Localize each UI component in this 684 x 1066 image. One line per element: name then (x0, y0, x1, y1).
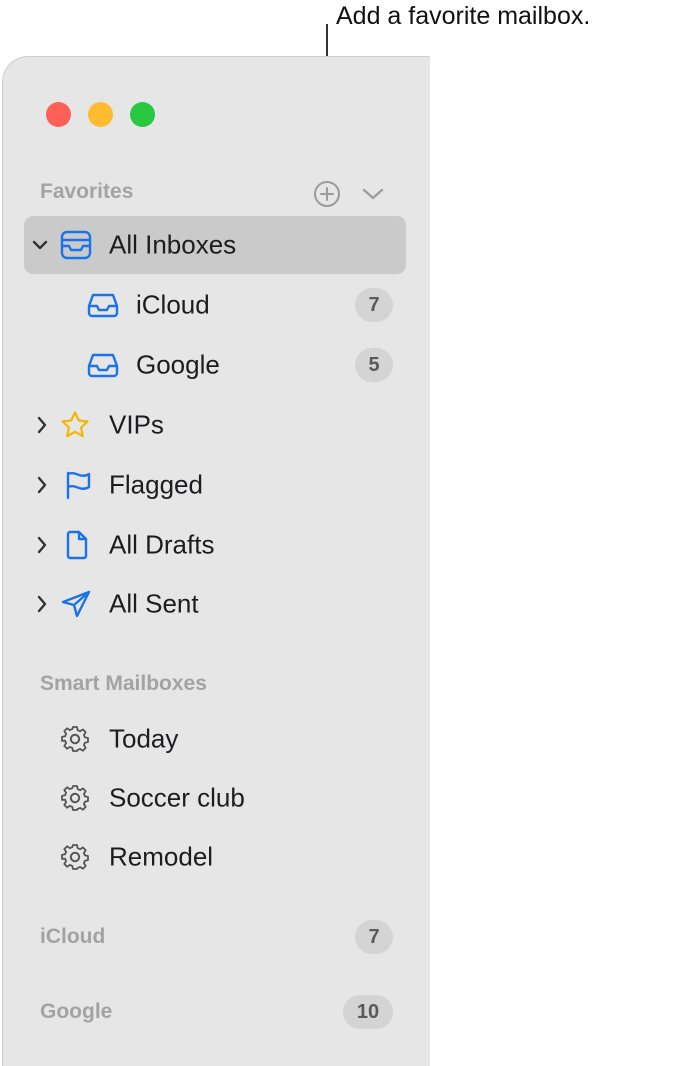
chevron-right-icon[interactable] (34, 536, 50, 554)
sidebar-item-label: Flagged (109, 469, 203, 500)
favorites-header[interactable]: Favorites (40, 180, 133, 204)
sidebar-item-label: All Inboxes (109, 229, 237, 260)
sidebar-item-label: Google (136, 349, 220, 380)
chevron-right-icon[interactable] (34, 595, 50, 613)
sidebar-item-flagged[interactable]: Flagged (24, 456, 406, 514)
sidebar-item-label: Remodel (109, 841, 214, 872)
sidebar-item-label: All Drafts (109, 529, 215, 560)
sidebar-item-label: VIPs (109, 409, 164, 440)
star-icon (61, 411, 89, 438)
gear-icon (61, 785, 89, 811)
gear-icon (61, 844, 89, 870)
sidebar-item-remodel[interactable]: Remodel (24, 828, 406, 886)
close-window-button[interactable] (46, 102, 71, 127)
chevron-right-icon[interactable] (34, 476, 50, 494)
zoom-window-button[interactable] (130, 102, 155, 127)
tray-icon (87, 353, 119, 378)
sidebar-item-soccer-club[interactable]: Soccer club (24, 769, 406, 827)
callout-text: Add a favorite mailbox. (336, 2, 591, 30)
tray-stack-icon (60, 230, 92, 260)
sidebar-item-all-inboxes[interactable]: All Inboxes (24, 216, 406, 274)
chevron-down-icon[interactable] (32, 236, 48, 254)
chevron-down-icon[interactable] (360, 183, 386, 205)
sidebar-item-vips[interactable]: VIPs (24, 396, 406, 454)
unread-badge: 7 (355, 288, 393, 322)
sidebar-item-label: Soccer club (109, 782, 245, 813)
sidebar-item-icloud[interactable]: iCloud 7 (24, 276, 406, 334)
account-header-google[interactable]: Google (40, 1000, 112, 1024)
sidebar-item-label: iCloud (136, 289, 210, 320)
sidebar-item-all-sent[interactable]: All Sent (24, 575, 406, 633)
tray-icon (87, 293, 119, 318)
smart-mailboxes-header[interactable]: Smart Mailboxes (40, 672, 207, 696)
sidebar-item-google[interactable]: Google 5 (24, 336, 406, 394)
unread-badge: 7 (355, 920, 393, 954)
sidebar-item-label: Today (109, 723, 179, 754)
account-header-icloud[interactable]: iCloud (40, 925, 105, 949)
sidebar-item-all-drafts[interactable]: All Drafts (24, 516, 406, 574)
add-favorite-icon[interactable] (313, 180, 341, 208)
sidebar-item-today[interactable]: Today (24, 710, 406, 768)
gear-icon (61, 726, 89, 752)
paperplane-icon (61, 590, 91, 618)
chevron-right-icon[interactable] (34, 416, 50, 434)
sidebar-item-label: All Sent (109, 588, 199, 619)
minimize-window-button[interactable] (88, 102, 113, 127)
document-icon (66, 530, 88, 560)
unread-badge: 5 (355, 348, 393, 382)
unread-badge: 10 (343, 995, 393, 1029)
flag-icon (66, 471, 91, 500)
